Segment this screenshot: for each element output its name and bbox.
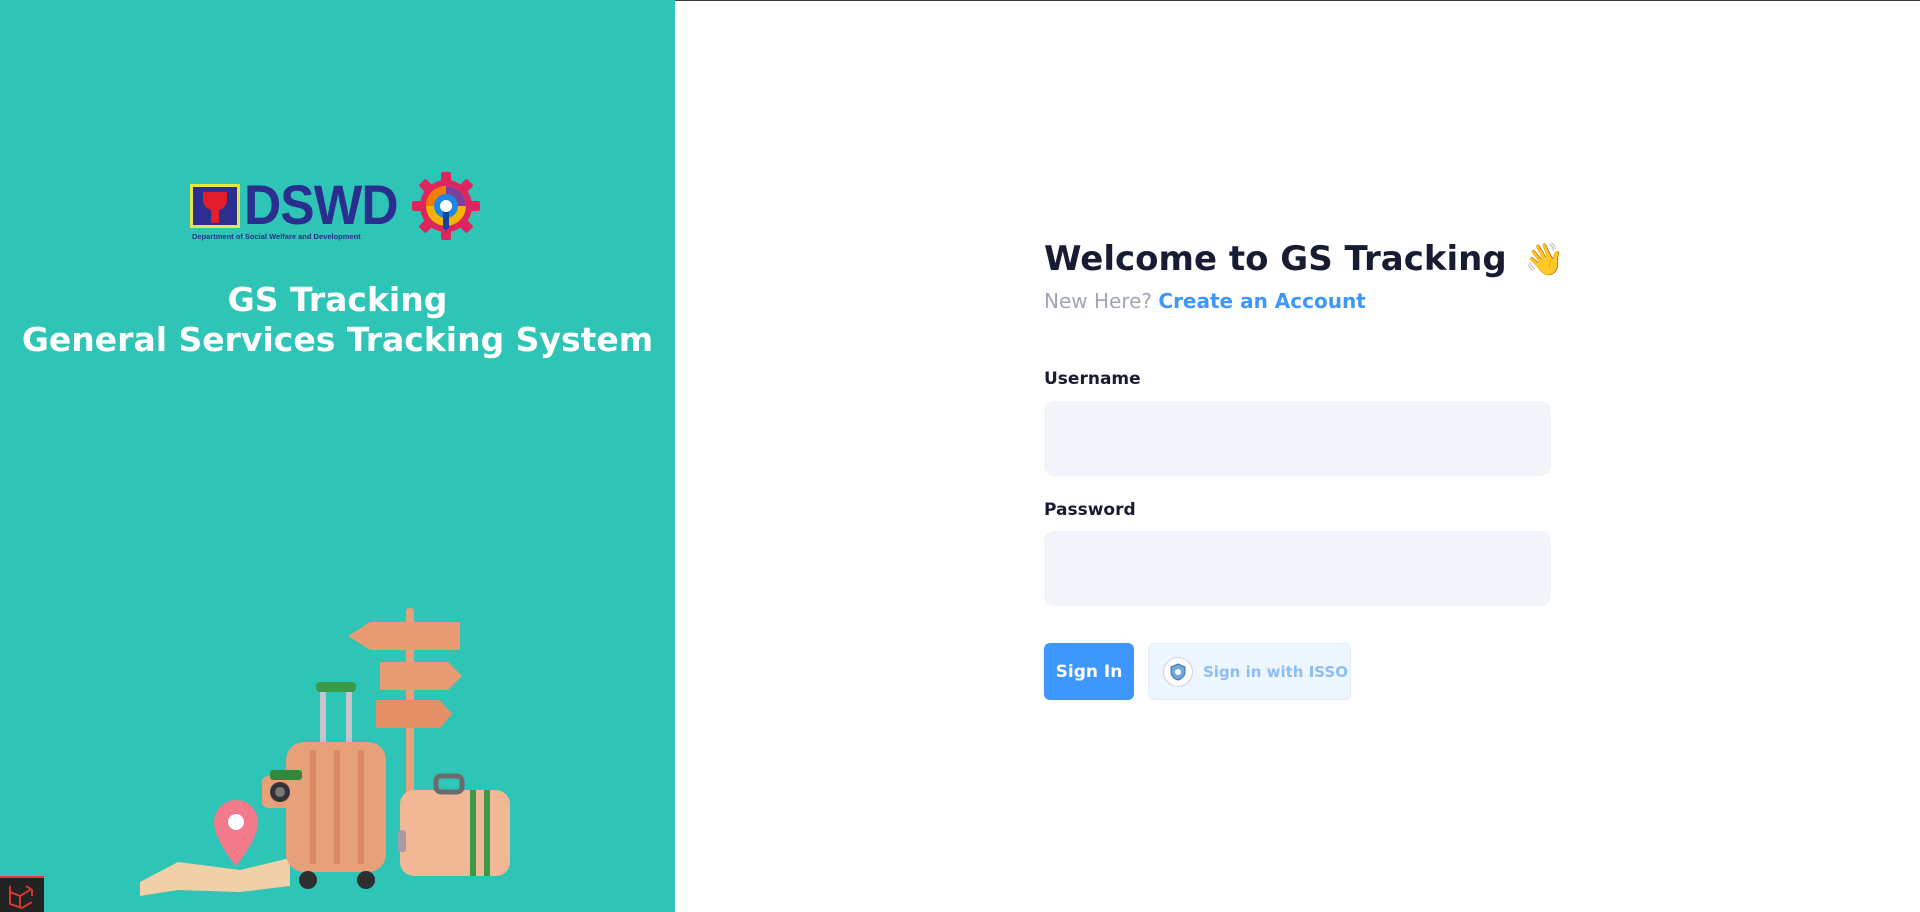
laravel-icon xyxy=(9,885,33,909)
welcome-heading-text: Welcome to GS Tracking xyxy=(1044,239,1507,279)
laravel-debug-badge[interactable] xyxy=(0,876,44,912)
brand-panel: DSWD Department of Social Welfare and De… xyxy=(0,0,675,912)
logo-group: DSWD Department of Social Welfare and De… xyxy=(190,172,480,242)
sign-in-isso-label: Sign in with ISSO xyxy=(1203,662,1348,681)
password-label: Password xyxy=(1044,500,1136,520)
username-input[interactable] xyxy=(1044,401,1551,476)
username-label: Username xyxy=(1044,369,1141,389)
gear-logo-icon xyxy=(412,172,480,240)
dswd-emblem-icon xyxy=(190,184,240,228)
app-title-short: GS Tracking xyxy=(227,280,448,319)
login-form: Welcome to GS Tracking 👋 New Here? Creat… xyxy=(1044,236,1564,700)
create-account-link[interactable]: Create an Account xyxy=(1158,289,1365,313)
isso-shield-icon xyxy=(1163,656,1193,687)
travel-illustration xyxy=(140,608,510,896)
dswd-wordmark: DSWD xyxy=(244,173,399,236)
waving-hand-icon: 👋 xyxy=(1524,240,1565,278)
sign-in-button[interactable]: Sign In xyxy=(1044,643,1134,700)
password-input[interactable] xyxy=(1044,531,1551,606)
new-here-row: New Here? Create an Account xyxy=(1044,288,1552,314)
dswd-logo: DSWD Department of Social Welfare and De… xyxy=(190,177,399,241)
dswd-tagline: Department of Social Welfare and Develop… xyxy=(192,232,361,241)
new-here-text: New Here? xyxy=(1044,289,1153,313)
welcome-heading: Welcome to GS Tracking 👋 xyxy=(1044,236,1564,282)
sign-in-isso-button[interactable]: Sign in with ISSO xyxy=(1148,643,1351,700)
app-title-full: General Services Tracking System xyxy=(21,320,654,359)
app-title: GS Tracking General Services Tracking Sy… xyxy=(0,280,675,360)
